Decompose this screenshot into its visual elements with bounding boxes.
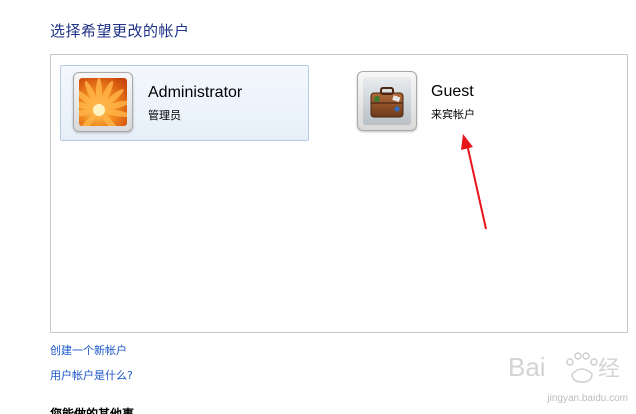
watermark-url: jingyan.baidu.com	[547, 393, 628, 404]
baidu-watermark-logo: Bai 经	[508, 352, 620, 383]
what-is-account-link[interactable]: 用户帐户是什么?	[50, 367, 133, 383]
other-tasks-heading: 您能做的其他事	[50, 407, 135, 414]
page: 选择希望更改的帐户 Administrator 管理员 Guest 来宾帐户 创…	[0, 0, 636, 414]
svg-text:Bai: Bai	[508, 352, 546, 382]
create-account-link[interactable]: 创建一个新帐户	[50, 342, 127, 358]
svg-text:经: 经	[598, 356, 620, 381]
